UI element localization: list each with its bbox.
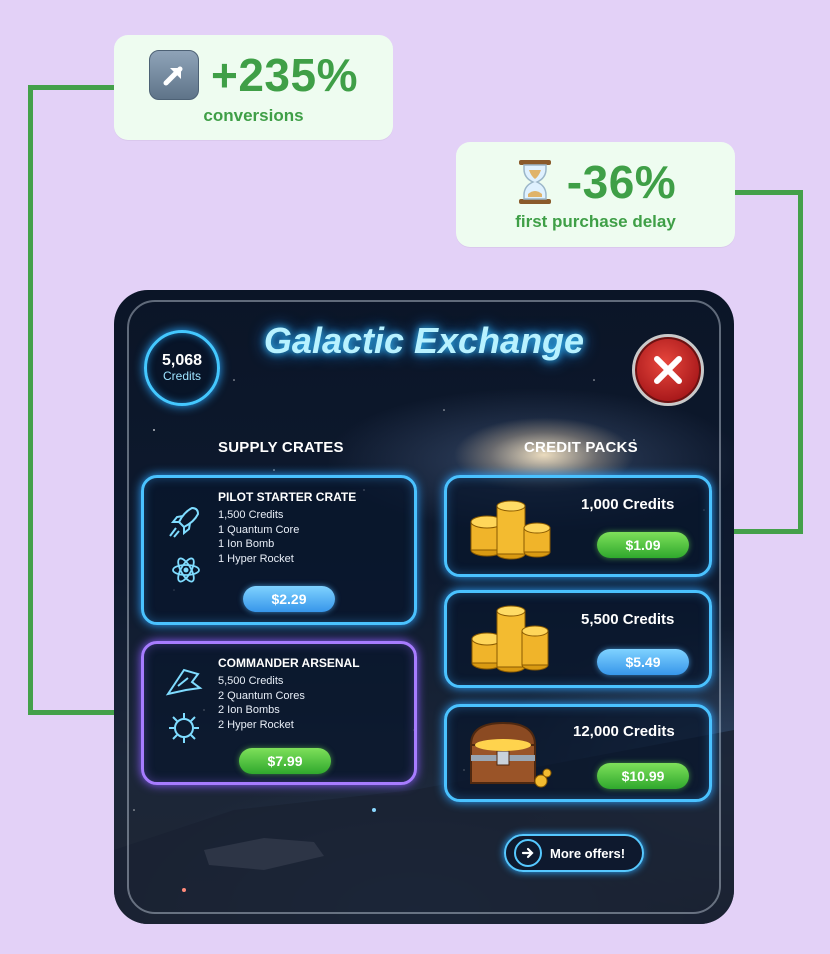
purchase-delay-value: -36%	[566, 155, 677, 208]
pilot-starter-crate-card[interactable]: PILOT STARTER CRATE 1,500 Credits 1 Quan…	[141, 475, 417, 625]
commander-arsenal-price-button[interactable]: $7.99	[239, 748, 331, 774]
spaceship-icon	[165, 668, 203, 696]
credit-balance-unit: Credits	[162, 368, 201, 383]
crate-item: 1 Ion Bomb	[218, 538, 275, 550]
pack-5500-price-button[interactable]: $5.49	[597, 649, 689, 675]
more-offers-label: More offers!	[550, 845, 626, 861]
more-offers-button[interactable]: More offers!	[504, 834, 644, 872]
close-icon	[654, 356, 682, 384]
credit-pack-1000[interactable]: 1,000 Credits $1.09	[444, 475, 712, 577]
connector-line-right-top	[733, 190, 803, 195]
pack-credits-label: 1,000 Credits	[581, 496, 675, 513]
supply-crates-heading: SUPPLY CRATES	[218, 439, 344, 456]
arrow-right-icon	[514, 839, 542, 867]
purchase-delay-label: first purchase delay	[515, 211, 676, 231]
crate-item: 5,500 Credits	[218, 675, 284, 687]
pack-12000-price-button[interactable]: $10.99	[597, 763, 689, 789]
hourglass-icon	[518, 159, 551, 204]
crate-name: COMMANDER ARSENAL	[218, 656, 360, 670]
crate-item: 1 Quantum Core	[218, 523, 300, 536]
pack-1000-price-button[interactable]: $1.09	[597, 532, 689, 558]
commander-arsenal-card[interactable]: COMMANDER ARSENAL 5,500 Credits 2 Quantu…	[141, 641, 417, 785]
credit-pack-5500[interactable]: 5,500 Credits $5.49	[444, 590, 712, 688]
pack-credits-label: 12,000 Credits	[573, 723, 675, 740]
purchase-delay-callout: -36% first purchase delay	[456, 142, 735, 247]
rocket-icon	[169, 506, 200, 538]
credit-pack-12000[interactable]: 12,000 Credits $10.99	[444, 704, 712, 802]
connector-line-right-vertical	[798, 190, 803, 534]
credit-packs-heading: CREDIT PACKS	[524, 439, 638, 456]
connector-line-left-top	[28, 85, 116, 90]
conversions-value: +235%	[210, 48, 358, 101]
shop-panel: 5,068 Credits Galactic Exchange SUPPLY C…	[114, 290, 734, 924]
crate-item: 2 Ion Bombs	[218, 704, 280, 716]
up-right-arrow-icon	[148, 49, 199, 100]
crate-contents: 5,500 Credits 2 Quantum Cores 2 Ion Bomb…	[218, 674, 305, 732]
crate-item: 1 Hyper Rocket	[218, 552, 294, 565]
conversions-label: conversions	[203, 105, 304, 125]
treasure-chest-icon	[469, 721, 552, 788]
crate-name: PILOT STARTER CRATE	[218, 490, 357, 504]
crate-contents: 1,500 Credits 1 Quantum Core 1 Ion Bomb …	[218, 508, 299, 566]
crate-item: 2 Quantum Cores	[218, 689, 305, 702]
pilot-crate-price-button[interactable]: $2.29	[243, 586, 335, 612]
coin-stack-icon	[470, 500, 551, 560]
connector-line-left-vertical	[28, 85, 33, 715]
coin-stack-icon	[471, 605, 549, 673]
conversions-callout: +235% conversions	[114, 35, 393, 140]
bomb-icon	[169, 713, 199, 743]
crate-item: 1,500 Credits	[218, 509, 284, 521]
pack-credits-label: 5,500 Credits	[581, 611, 675, 628]
crate-item: 2 Hyper Rocket	[218, 718, 294, 731]
atom-icon	[172, 557, 200, 583]
close-button[interactable]	[632, 334, 704, 406]
